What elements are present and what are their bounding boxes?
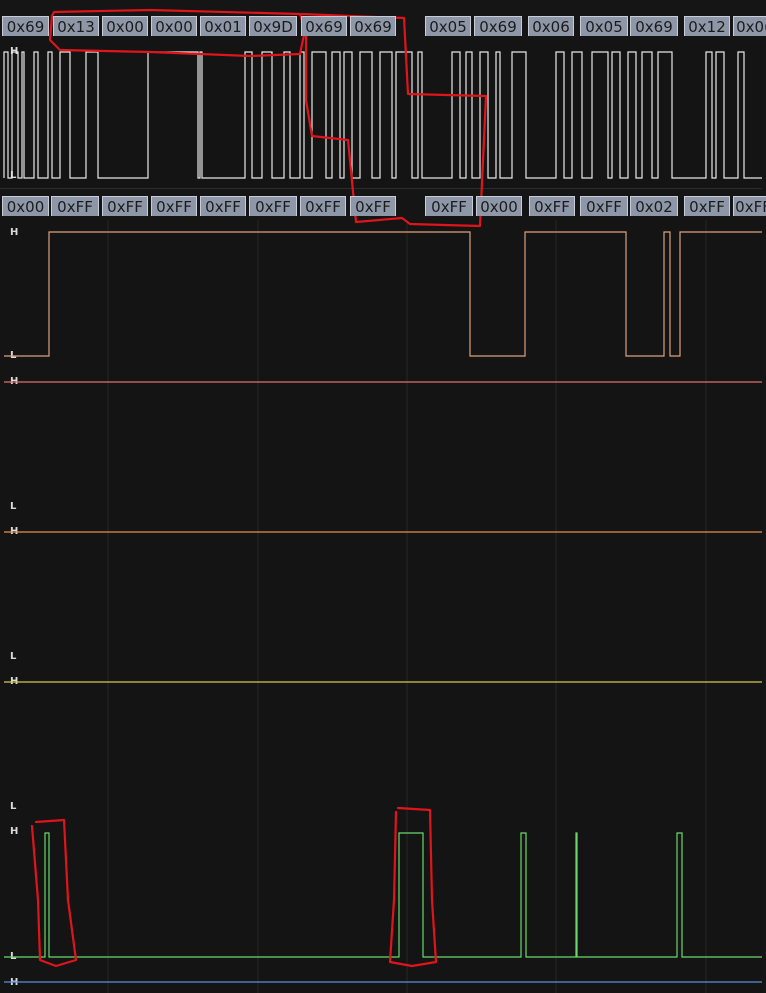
byte-chip[interactable]: 0xFF <box>102 196 148 216</box>
annotation-pulse-center <box>388 806 438 968</box>
byte-chip[interactable]: 0xFF <box>249 196 297 216</box>
byte-chip[interactable]: 0xFF <box>151 196 197 216</box>
byte-chip[interactable]: 0x00 <box>102 16 148 36</box>
byte-chip[interactable]: 0x69 <box>630 16 678 36</box>
time-grid <box>107 220 707 993</box>
byte-chip[interactable]: 0x01 <box>200 16 246 36</box>
byte-chip[interactable]: 0x9D <box>249 16 297 36</box>
logic-analyzer-view: H L H L H L H L H L H L H <box>0 0 766 993</box>
byte-chip[interactable]: 0xFF <box>529 196 575 216</box>
annotation-pulse-left <box>30 818 78 968</box>
channel-1-waveform <box>4 231 762 357</box>
byte-chip[interactable]: 0x00 <box>2 196 49 216</box>
byte-chip[interactable]: 0x12 <box>684 16 730 36</box>
byte-chip[interactable]: 0x0( <box>733 16 766 36</box>
byte-chip[interactable]: 0xFF <box>425 196 473 216</box>
byte-chip[interactable]: 0x69 <box>301 16 347 36</box>
byte-chip[interactable]: 0x05 <box>580 16 628 36</box>
byte-chip[interactable]: 0xFF <box>733 196 766 216</box>
waveform-canvas <box>3 8 762 993</box>
byte-chip[interactable]: 0x05 <box>425 16 471 36</box>
byte-chip[interactable]: 0x13 <box>53 16 99 36</box>
byte-chip[interactable]: 0xFF <box>200 196 246 216</box>
channel-5-waveform <box>4 832 762 958</box>
byte-chip[interactable]: 0x00 <box>476 196 522 216</box>
channel-0-waveform <box>3 51 762 179</box>
byte-chip[interactable]: 0x06 <box>528 16 574 36</box>
decode-row-top: 0x69 0x13 0x00 0x00 0x01 0x9D 0x69 0x69 … <box>0 14 766 36</box>
byte-chip[interactable]: 0x69 <box>474 16 522 36</box>
byte-chip[interactable]: 0xFF <box>300 196 346 216</box>
byte-chip[interactable]: 0x69 <box>350 16 396 36</box>
byte-chip[interactable]: 0xFF <box>51 196 99 216</box>
byte-chip[interactable]: 0x02 <box>630 196 678 216</box>
byte-chip[interactable]: 0x00 <box>151 16 197 36</box>
byte-chip[interactable]: 0xFF <box>684 196 730 216</box>
decode-row-bottom: 0x00 0xFF 0xFF 0xFF 0xFF 0xFF 0xFF 0xFF … <box>0 194 766 216</box>
byte-chip[interactable]: 0xFF <box>350 196 396 216</box>
byte-chip[interactable]: 0xFF <box>580 196 628 216</box>
byte-chip[interactable]: 0x69 <box>2 16 49 36</box>
